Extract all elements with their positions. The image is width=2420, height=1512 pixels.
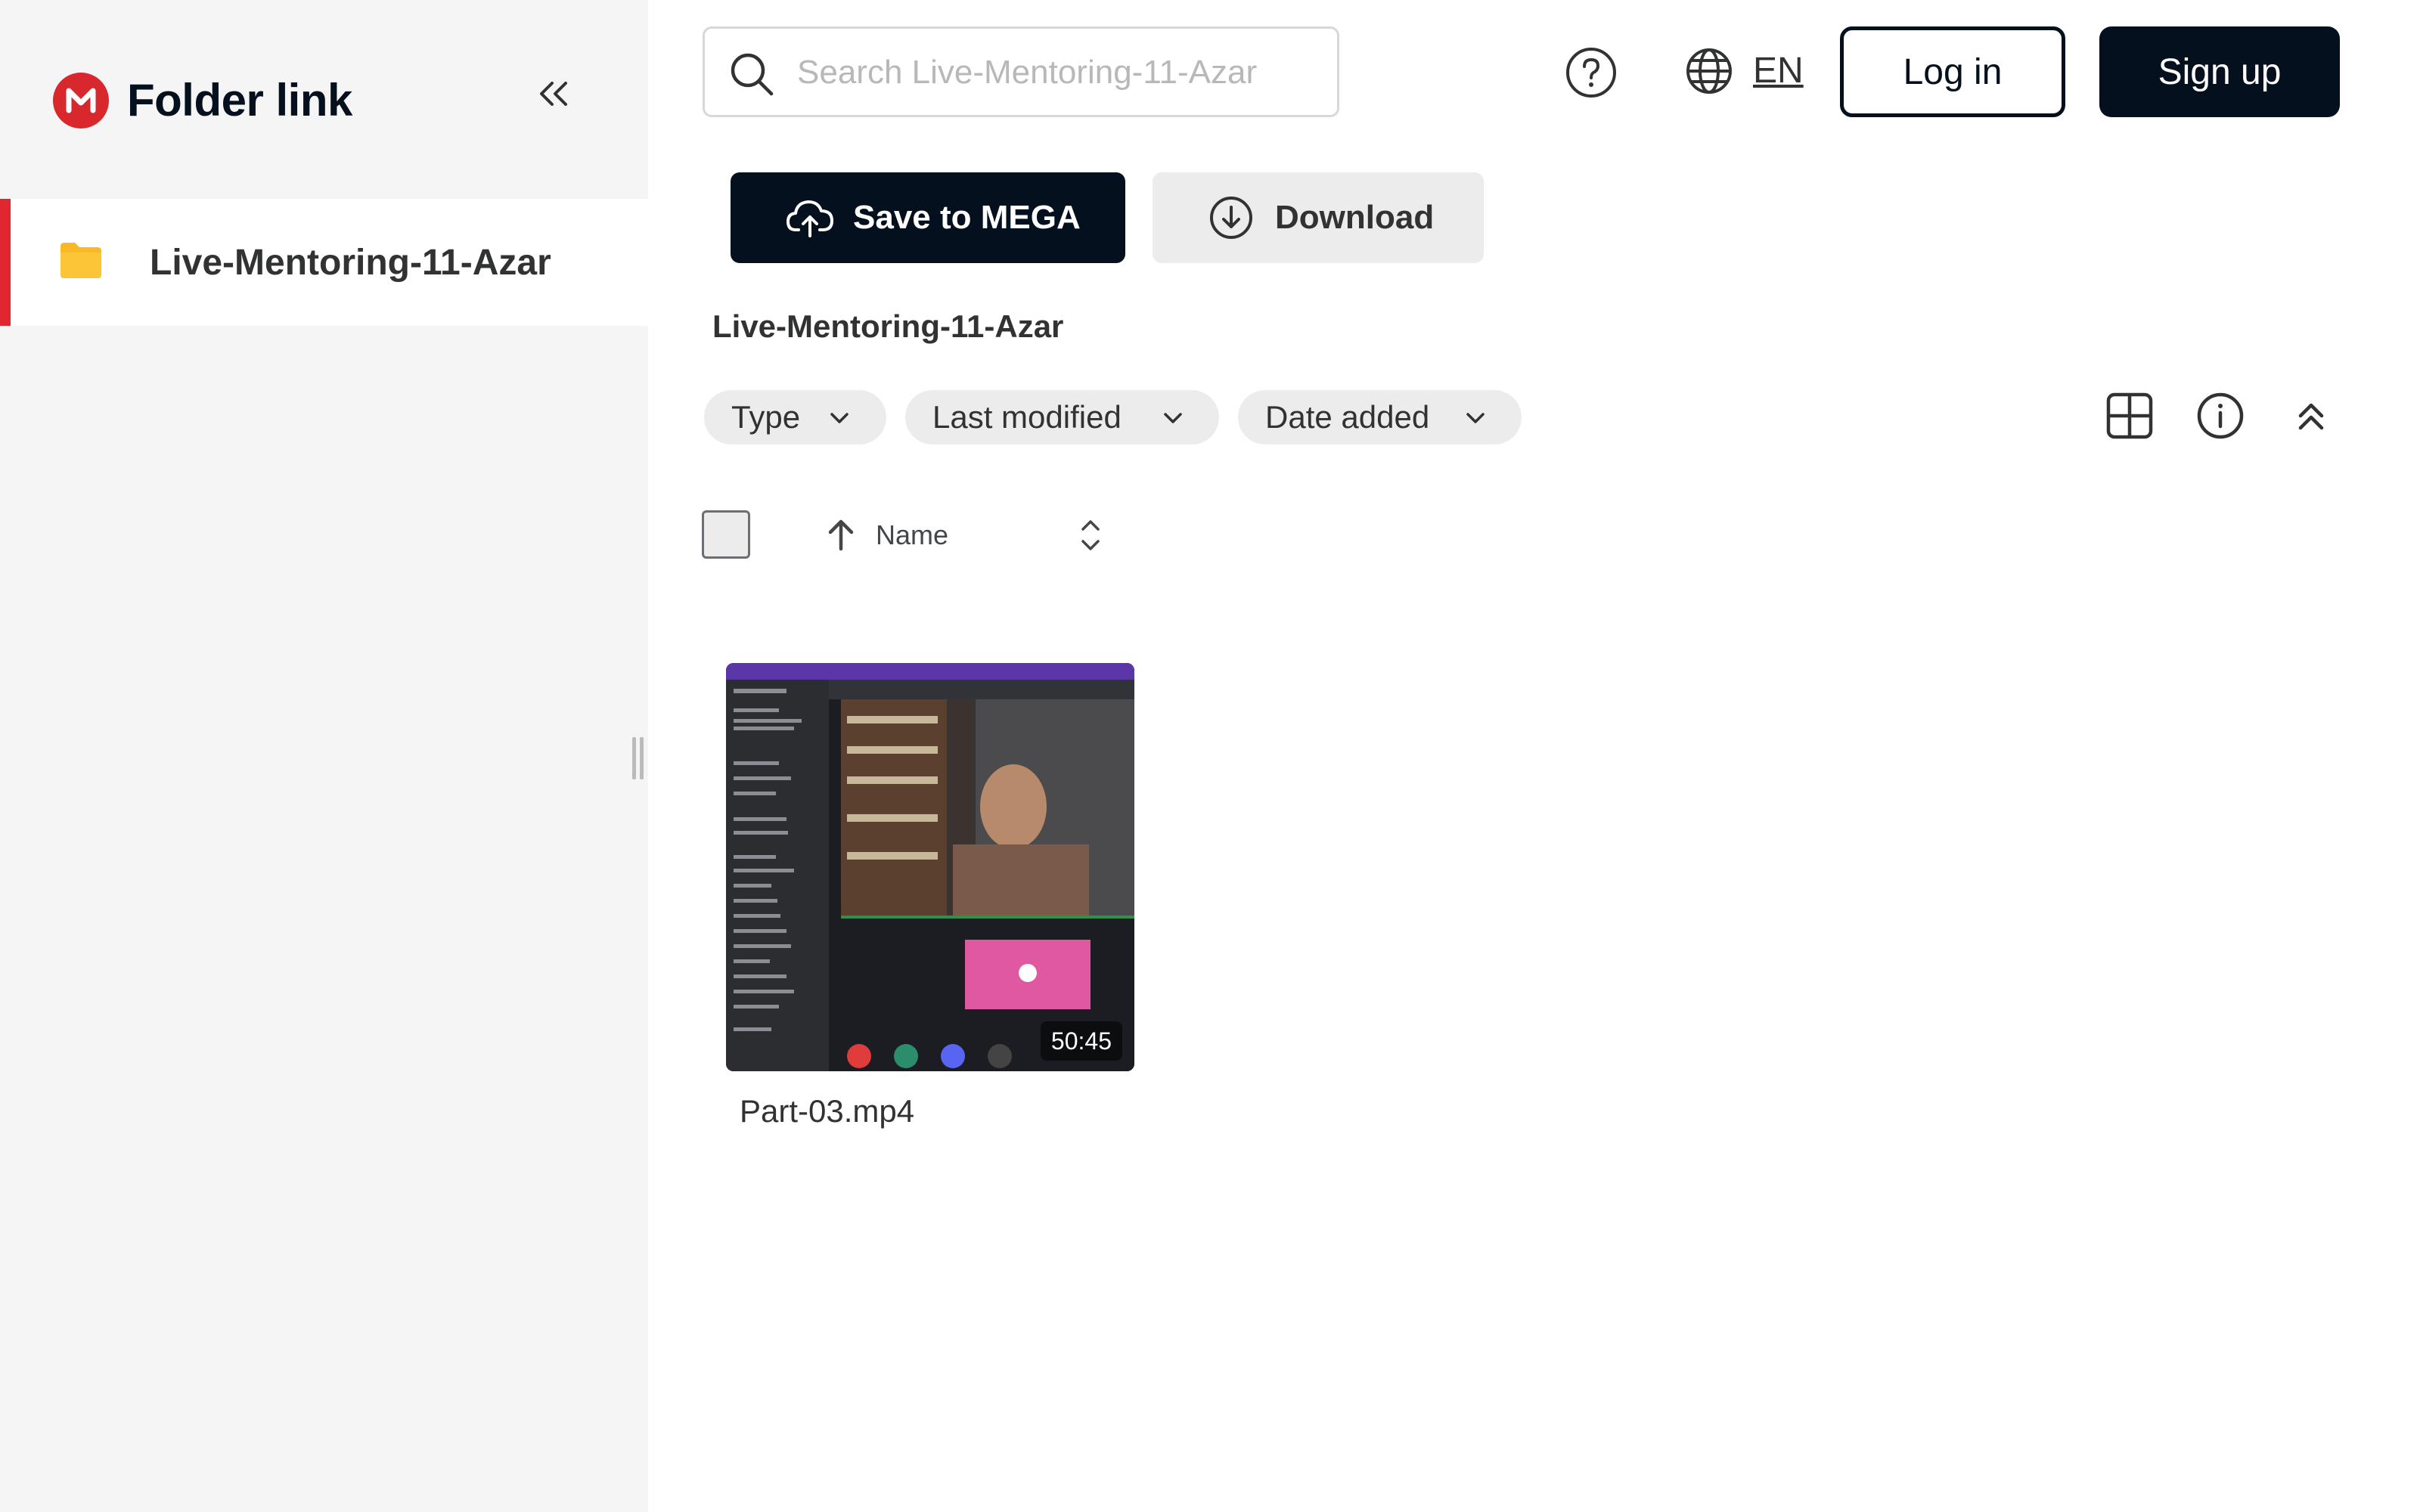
chevron-down-icon: [1466, 413, 1485, 423]
search-input[interactable]: [797, 44, 1311, 101]
save-to-mega-button[interactable]: Save to MEGA: [731, 172, 1125, 263]
video-thumbnail: [726, 663, 1134, 1071]
collapse-header-button[interactable]: [2284, 389, 2338, 443]
download-button[interactable]: Download: [1153, 172, 1484, 263]
chevrons-up-icon: [2298, 403, 2324, 430]
cloud-upload-icon: [786, 200, 833, 237]
sidebar-item-label: Live-Mentoring-11-Azar: [150, 243, 551, 283]
language-selector[interactable]: EN: [1753, 47, 1804, 95]
sidebar-resize-handle[interactable]: [631, 737, 646, 779]
login-button[interactable]: Log in: [1840, 26, 2065, 117]
search-field[interactable]: [703, 26, 1339, 117]
sidebar-item-folder[interactable]: Live-Mentoring-11-Azar: [0, 199, 648, 326]
save-label: Save to MEGA: [853, 199, 1081, 236]
grid-view-button[interactable]: [2102, 389, 2157, 443]
filter-modified-label: Last modified: [932, 399, 1122, 435]
chevron-down-icon: [830, 413, 849, 423]
breadcrumb: Live-Mentoring-11-Azar: [712, 308, 1064, 344]
grid-view-icon: [2106, 392, 2153, 439]
help-button[interactable]: [1562, 44, 1620, 101]
mega-logo-icon[interactable]: [53, 73, 109, 129]
column-header-name[interactable]: Name: [876, 517, 948, 553]
video-duration-badge: 50:45: [1040, 1021, 1122, 1061]
chevrons-left-icon: [540, 82, 567, 106]
filter-type[interactable]: Type: [704, 390, 886, 445]
sidebar-title: Folder link: [127, 75, 352, 125]
filter-type-label: Type: [731, 399, 801, 435]
download-label: Download: [1275, 199, 1435, 236]
sort-direction-button[interactable]: [826, 517, 856, 552]
info-icon: [2197, 392, 2244, 439]
filter-date-added[interactable]: Date added: [1238, 390, 1522, 445]
selected-indicator: [0, 199, 11, 326]
select-all-checkbox[interactable]: [702, 510, 750, 559]
file-tile[interactable]: 50:45: [726, 663, 1134, 1071]
chevron-down-icon: [1164, 413, 1182, 423]
info-button[interactable]: [2193, 389, 2248, 443]
arrow-up-icon: [828, 519, 854, 551]
file-name-label[interactable]: Part-03.mp4: [740, 1090, 914, 1132]
sort-toggle-icon: [1081, 520, 1100, 550]
signup-button[interactable]: Sign up: [2099, 26, 2340, 117]
filter-last-modified[interactable]: Last modified: [905, 390, 1219, 445]
sort-toggle-button[interactable]: [1074, 514, 1107, 556]
download-icon: [1210, 197, 1252, 239]
folder-icon: [60, 243, 101, 278]
sidebar: Folder link Live-Mentoring-11-Azar: [0, 0, 648, 1512]
filter-added-label: Date added: [1265, 399, 1430, 435]
globe-icon[interactable]: [1682, 44, 1736, 98]
help-icon: [1566, 48, 1616, 98]
search-icon: [731, 53, 774, 96]
collapse-sidebar-button[interactable]: [529, 71, 578, 119]
